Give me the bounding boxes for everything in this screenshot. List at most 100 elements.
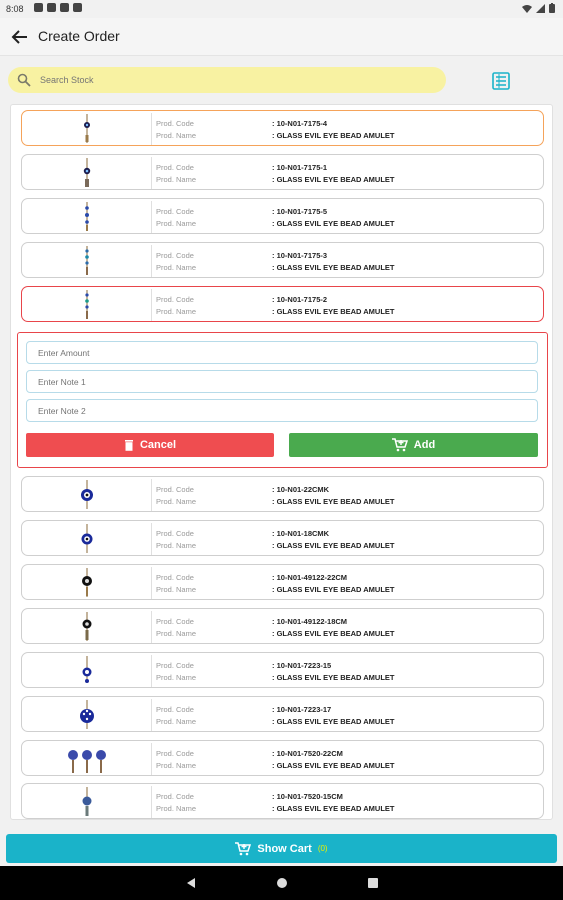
product-thumbnail [22,523,152,555]
notification-icons [34,3,82,12]
product-card[interactable]: Prod. Code Prod. Name : 10-N01-7520-22CM… [21,740,544,776]
prod-code-value: : 10-N01-7175-2 [272,295,328,304]
prod-name-value: : GLASS EVIL EYE BEAD AMULET [272,263,395,272]
product-card[interactable]: Prod. Code Prod. Name : 10-N01-7223-17 :… [21,696,544,732]
prod-code-value: : 10-N01-7175-5 [272,207,328,216]
prod-code-label: Prod. Code [156,485,194,494]
product-thumbnail [22,699,152,731]
add-label: Add [413,439,436,451]
prod-code-label: Prod. Code [156,163,194,172]
show-cart-label: Show Cart [257,842,312,855]
product-card-selected[interactable]: Prod. Code Prod. Name : 10-N01-7175-2 : … [21,286,544,322]
prod-code-label: Prod. Code [156,705,194,714]
prod-name-label: Prod. Name [156,804,197,813]
amulet-image [82,787,92,816]
cancel-label: Cancel [139,439,177,451]
amulet-image [83,158,91,187]
product-card[interactable]: Prod. Code Prod. Name : 10-N01-7175-5 : … [21,198,544,234]
list-view-icon[interactable] [491,71,511,91]
page-title: Create Order [38,28,120,44]
notification-icon [47,3,56,12]
note1-input[interactable] [26,370,538,393]
prod-code-label: Prod. Code [156,661,194,670]
search-bar[interactable] [8,67,446,93]
prod-code-value: : 10-N01-49122-22CM [272,573,348,582]
amount-input[interactable] [26,341,538,364]
cancel-button[interactable]: Cancel [26,433,274,457]
amulet-image [85,246,89,275]
prod-code-value: : 10-N01-49122-18CM [272,617,348,626]
product-card[interactable]: Prod. Code Prod. Name : 10-N01-7520-15CM… [21,783,544,819]
add-button[interactable]: Add [289,433,538,457]
trash-icon [124,439,133,451]
amulet-image [80,700,94,729]
prod-name-value: : GLASS EVIL EYE BEAD AMULET [272,804,395,813]
product-card[interactable]: Prod. Code Prod. Name : 10-N01-7223-15 :… [21,652,544,688]
prod-name-value: : GLASS EVIL EYE BEAD AMULET [272,175,395,184]
nav-back-icon[interactable] [185,877,197,889]
prod-name-value: : GLASS EVIL EYE BEAD AMULET [272,673,395,682]
product-thumbnail [22,289,152,321]
prod-name-value: : GLASS EVIL EYE BEAD AMULET [272,219,395,228]
prod-name-value: : GLASS EVIL EYE BEAD AMULET [272,131,395,140]
cart-count: (0) [317,844,328,853]
show-cart-button[interactable]: Show Cart (0) [6,834,557,863]
product-thumbnail [22,655,152,687]
prod-code-value: : 10-N01-7520-15CM [272,792,343,801]
amulet-image [85,290,89,319]
prod-name-label: Prod. Name [156,717,197,726]
note2-input[interactable] [26,399,538,422]
product-card[interactable]: Prod. Code Prod. Name : 10-N01-49122-22C… [21,564,544,600]
wifi-icon [522,4,532,13]
notification-icon [73,3,82,12]
product-list[interactable]: Prod. Code Prod. Name : 10-N01-7175-4 : … [10,104,553,820]
nav-home-icon[interactable] [276,877,288,889]
product-card[interactable]: Prod. Code Prod. Name : 10-N01-7175-4 : … [21,110,544,146]
system-nav-bar [0,866,563,900]
prod-name-label: Prod. Name [156,629,197,638]
amulet-image [82,612,92,641]
product-thumbnail [22,201,152,233]
product-card[interactable]: Prod. Code Prod. Name : 10-N01-7175-1 : … [21,154,544,190]
product-thumbnail [22,157,152,189]
prod-code-label: Prod. Code [156,295,194,304]
prod-code-label: Prod. Code [156,749,194,758]
app-bar: Create Order [0,18,563,56]
prod-code-label: Prod. Code [156,573,194,582]
amulet-image [81,524,93,553]
prod-name-label: Prod. Name [156,497,197,506]
product-card[interactable]: Prod. Code Prod. Name : 10-N01-7175-3 : … [21,242,544,278]
notification-icon [60,3,69,12]
prod-name-label: Prod. Name [156,307,197,316]
prod-code-value: : 10-N01-7223-15 [272,661,332,670]
order-entry-form: Cancel Add [17,332,548,468]
product-thumbnail [22,743,152,775]
prod-name-label: Prod. Name [156,761,197,770]
prod-code-label: Prod. Code [156,529,194,538]
prod-code-label: Prod. Code [156,207,194,216]
product-thumbnail [22,786,152,818]
prod-code-label: Prod. Code [156,617,194,626]
cart-icon [235,841,252,855]
product-card[interactable]: Prod. Code Prod. Name : 10-N01-22CMK : G… [21,476,544,512]
prod-name-value: : GLASS EVIL EYE BEAD AMULET [272,717,395,726]
prod-name-label: Prod. Name [156,263,197,272]
product-card[interactable]: Prod. Code Prod. Name : 10-N01-18CMK : G… [21,520,544,556]
search-input[interactable] [40,71,430,89]
prod-name-label: Prod. Name [156,175,197,184]
notification-icon [34,3,43,12]
status-time: 8:08 [6,4,24,14]
amulet-image [84,114,90,143]
prod-name-value: : GLASS EVIL EYE BEAD AMULET [272,585,395,594]
prod-name-value: : GLASS EVIL EYE BEAD AMULET [272,541,395,550]
battery-icon [549,3,555,13]
nav-recents-icon[interactable] [367,877,379,889]
prod-code-value: : 10-N01-7520-22CM [272,749,343,758]
prod-name-label: Prod. Name [156,219,197,228]
back-arrow-icon[interactable] [10,27,30,47]
signal-icon [536,3,545,13]
prod-code-label: Prod. Code [156,251,194,260]
prod-name-label: Prod. Name [156,541,197,550]
product-card[interactable]: Prod. Code Prod. Name : 10-N01-49122-18C… [21,608,544,644]
status-bar: 8:08 [0,0,563,18]
